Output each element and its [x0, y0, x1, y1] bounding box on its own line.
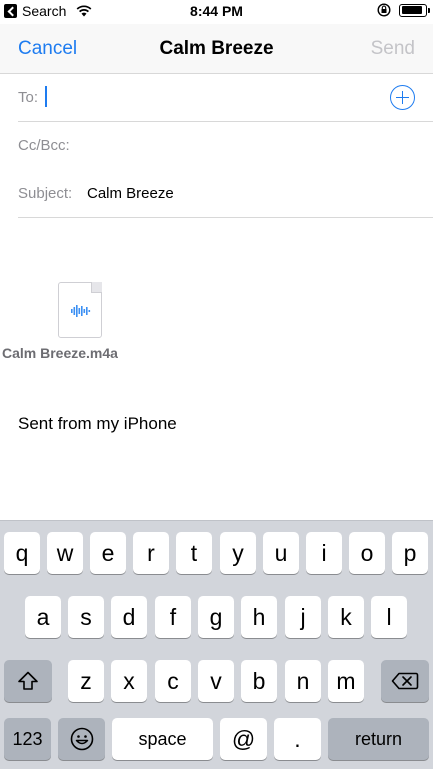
- shift-icon: [18, 671, 38, 690]
- key-k[interactable]: k: [328, 596, 364, 638]
- to-label: To:: [18, 89, 39, 106]
- emoji-key[interactable]: [58, 718, 105, 760]
- key-o[interactable]: o: [349, 532, 385, 574]
- key-y[interactable]: y: [220, 532, 256, 574]
- key-i[interactable]: i: [306, 532, 342, 574]
- key-g[interactable]: g: [198, 596, 234, 638]
- key-j[interactable]: j: [285, 596, 321, 638]
- subject-value: Calm Breeze: [87, 185, 174, 202]
- key-m[interactable]: m: [328, 660, 364, 702]
- subject-label: Subject:: [18, 185, 73, 202]
- key-r[interactable]: r: [133, 532, 169, 574]
- key-t[interactable]: t: [176, 532, 212, 574]
- key-n[interactable]: n: [285, 660, 321, 702]
- key-s[interactable]: s: [68, 596, 104, 638]
- page-title: Calm Breeze: [159, 38, 274, 59]
- keyboard: q w e r t y u i o p a s d f g h j k l z …: [0, 520, 433, 769]
- status-time: 8:44 PM: [190, 3, 243, 19]
- period-key[interactable]: .: [274, 718, 321, 760]
- key-v[interactable]: v: [198, 660, 234, 702]
- text-cursor: [45, 86, 47, 107]
- battery-level: [401, 6, 423, 14]
- space-key[interactable]: space: [112, 718, 213, 760]
- shift-key[interactable]: [4, 660, 52, 702]
- to-field[interactable]: To:: [18, 74, 433, 122]
- key-b[interactable]: b: [241, 660, 277, 702]
- at-key[interactable]: @: [220, 718, 267, 760]
- audio-attachment[interactable]: Calm Breeze.m4a: [2, 282, 142, 361]
- waveform-icon: [71, 305, 91, 317]
- key-z[interactable]: z: [68, 660, 104, 702]
- backspace-icon: [391, 672, 419, 690]
- emoji-icon: [70, 727, 93, 751]
- key-f[interactable]: f: [155, 596, 191, 638]
- rotation-lock-icon: [377, 3, 391, 17]
- delete-key[interactable]: [381, 660, 429, 702]
- key-c[interactable]: c: [155, 660, 191, 702]
- key-x[interactable]: x: [111, 660, 147, 702]
- numbers-key[interactable]: 123: [4, 718, 51, 760]
- cc-bcc-field[interactable]: Cc/Bcc:: [18, 122, 433, 170]
- audio-file-icon: [58, 282, 102, 338]
- key-q[interactable]: q: [4, 532, 40, 574]
- key-e[interactable]: e: [90, 532, 126, 574]
- key-l[interactable]: l: [371, 596, 407, 638]
- status-bar: Search 8:44 PM: [0, 0, 433, 24]
- key-d[interactable]: d: [111, 596, 147, 638]
- key-a[interactable]: a: [25, 596, 61, 638]
- key-w[interactable]: w: [47, 532, 83, 574]
- email-signature[interactable]: Sent from my iPhone: [18, 414, 177, 434]
- key-p[interactable]: p: [392, 532, 428, 574]
- key-h[interactable]: h: [241, 596, 277, 638]
- add-contact-icon[interactable]: [390, 85, 415, 110]
- subject-field[interactable]: Subject: Calm Breeze: [18, 170, 433, 218]
- battery-icon: [399, 3, 430, 17]
- cc-bcc-label: Cc/Bcc:: [18, 137, 70, 154]
- key-u[interactable]: u: [263, 532, 299, 574]
- return-key[interactable]: return: [328, 718, 429, 760]
- attachment-filename: Calm Breeze.m4a: [2, 345, 118, 361]
- send-button[interactable]: Send: [371, 38, 415, 60]
- navigation-bar: Cancel Calm Breeze Send: [0, 24, 433, 74]
